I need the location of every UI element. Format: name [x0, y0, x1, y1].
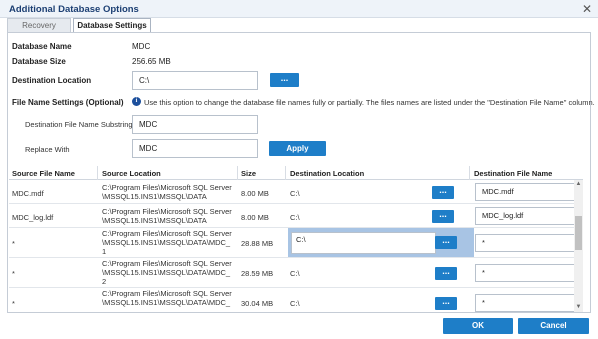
destination-location-cell: C:\ — [290, 269, 300, 278]
destination-location-cell: C:\ — [290, 299, 300, 308]
destination-file-name-input[interactable]: MDC.mdf — [475, 183, 576, 201]
close-icon[interactable]: ✕ — [580, 3, 594, 15]
column-divider — [285, 166, 286, 180]
size-cell: 28.59 MB — [241, 269, 274, 278]
destination-location-cell: C:\ — [290, 213, 300, 222]
destination-location-input[interactable]: C:\ — [291, 232, 436, 254]
substring-label: Destination File Name Substring — [25, 120, 133, 129]
column-destination-file-name[interactable]: Destination File Name — [474, 169, 552, 178]
size-cell: 8.00 MB — [241, 189, 269, 198]
row-browse-button[interactable]: ... — [435, 236, 457, 249]
column-divider — [97, 166, 98, 180]
row-browse-button[interactable]: ... — [435, 297, 457, 310]
ok-button[interactable]: OK — [443, 318, 513, 334]
source-location-line: C:\Program Files\Microsoft SQL Server — [102, 207, 232, 216]
grid-header: Source File Name Source Location Size De… — [9, 166, 583, 180]
column-source-location[interactable]: Source Location — [102, 169, 161, 178]
file-name-settings-info: Use this option to change the database f… — [144, 98, 595, 107]
source-file-cell: MDC_log.ldf — [12, 213, 54, 222]
source-location-line: \MSSQL15.INS1\MSSQL\DATA\MDC_ — [102, 268, 231, 277]
destination-file-name-input[interactable]: * — [475, 234, 576, 252]
source-location-line: \MSSQL15.INS1\MSSQL\DATA\MDC_ — [102, 298, 231, 307]
table-row[interactable]: * C:\Program Files\Microsoft SQL Server … — [9, 288, 583, 312]
source-location-line: C:\Program Files\Microsoft SQL Server — [102, 229, 232, 238]
source-location-line: C:\Program Files\Microsoft SQL Server — [102, 183, 232, 192]
source-file-cell: MDC.mdf — [12, 189, 44, 198]
file-name-settings-heading: File Name Settings (Optional) — [12, 98, 124, 107]
column-divider — [469, 166, 470, 180]
source-location-line: \MSSQL15.INS1\MSSQL\DATA — [102, 216, 207, 225]
row-browse-button[interactable]: ... — [432, 210, 454, 223]
destination-file-name-input[interactable]: MDC_log.ldf — [475, 207, 576, 225]
table-row[interactable]: MDC.mdf C:\Program Files\Microsoft SQL S… — [9, 180, 583, 204]
source-location-line: 2 — [102, 277, 107, 286]
source-file-cell: * — [12, 269, 15, 278]
table-row[interactable]: * C:\Program Files\Microsoft SQL Server … — [9, 228, 583, 258]
source-location-line: C:\Program Files\Microsoft SQL Server — [102, 289, 232, 298]
substring-input[interactable]: MDC — [132, 115, 258, 134]
window-title: Additional Database Options — [9, 4, 139, 15]
destination-browse-button[interactable]: ... — [270, 73, 299, 87]
database-name-value: MDC — [132, 42, 151, 51]
size-cell: 8.00 MB — [241, 213, 269, 222]
row-browse-button[interactable]: ... — [432, 186, 454, 199]
database-settings-panel: Database Name MDC Database Size 256.65 M… — [7, 32, 595, 313]
size-cell: 28.88 MB — [241, 239, 274, 248]
title-bar: Additional Database Options ✕ — [0, 0, 598, 18]
column-source-file-name[interactable]: Source File Name — [12, 169, 75, 178]
database-name-label: Database Name — [12, 42, 72, 51]
row-browse-button[interactable]: ... — [435, 267, 457, 280]
file-grid: Source File Name Source Location Size De… — [9, 166, 583, 312]
column-destination-location[interactable]: Destination Location — [290, 169, 364, 178]
source-location-line: 1 — [102, 247, 107, 256]
replace-with-input[interactable]: MDC — [132, 139, 258, 158]
database-size-value: 256.65 MB — [132, 57, 171, 66]
replace-with-label: Replace With — [25, 145, 70, 154]
tab-database-settings[interactable]: Database Settings — [73, 18, 151, 33]
scroll-up-icon[interactable]: ▲ — [574, 180, 583, 189]
tab-recovery-options[interactable]: Recovery Options — [7, 18, 71, 44]
database-size-label: Database Size — [12, 57, 66, 66]
apply-button[interactable]: Apply — [269, 141, 326, 156]
destination-location-cell: C:\ — [290, 189, 300, 198]
column-size[interactable]: Size — [241, 169, 256, 178]
destination-file-name-input[interactable]: * — [475, 294, 576, 312]
source-file-cell: * — [12, 299, 15, 308]
scrollbar-thumb[interactable] — [575, 216, 582, 250]
size-cell: 30.04 MB — [241, 299, 274, 308]
scroll-down-icon[interactable]: ▼ — [574, 303, 583, 312]
destination-location-label: Destination Location — [12, 76, 92, 85]
source-file-cell: * — [12, 239, 15, 248]
table-row[interactable]: MDC_log.ldf C:\Program Files\Microsoft S… — [9, 204, 583, 228]
cancel-button[interactable]: Cancel — [518, 318, 589, 334]
source-location-line: \MSSQL15.INS1\MSSQL\DATA\MDC_ — [102, 238, 231, 247]
destination-file-name-input[interactable]: * — [475, 264, 576, 282]
column-divider — [237, 166, 238, 180]
info-icon: i — [132, 97, 141, 106]
grid-scrollbar[interactable]: ▲ ▼ — [574, 180, 583, 312]
source-location-line: C:\Program Files\Microsoft SQL Server — [102, 259, 232, 268]
source-location-line: \MSSQL15.INS1\MSSQL\DATA — [102, 192, 207, 201]
destination-location-input[interactable]: C:\ — [132, 71, 258, 90]
table-row[interactable]: * C:\Program Files\Microsoft SQL Server … — [9, 258, 583, 288]
